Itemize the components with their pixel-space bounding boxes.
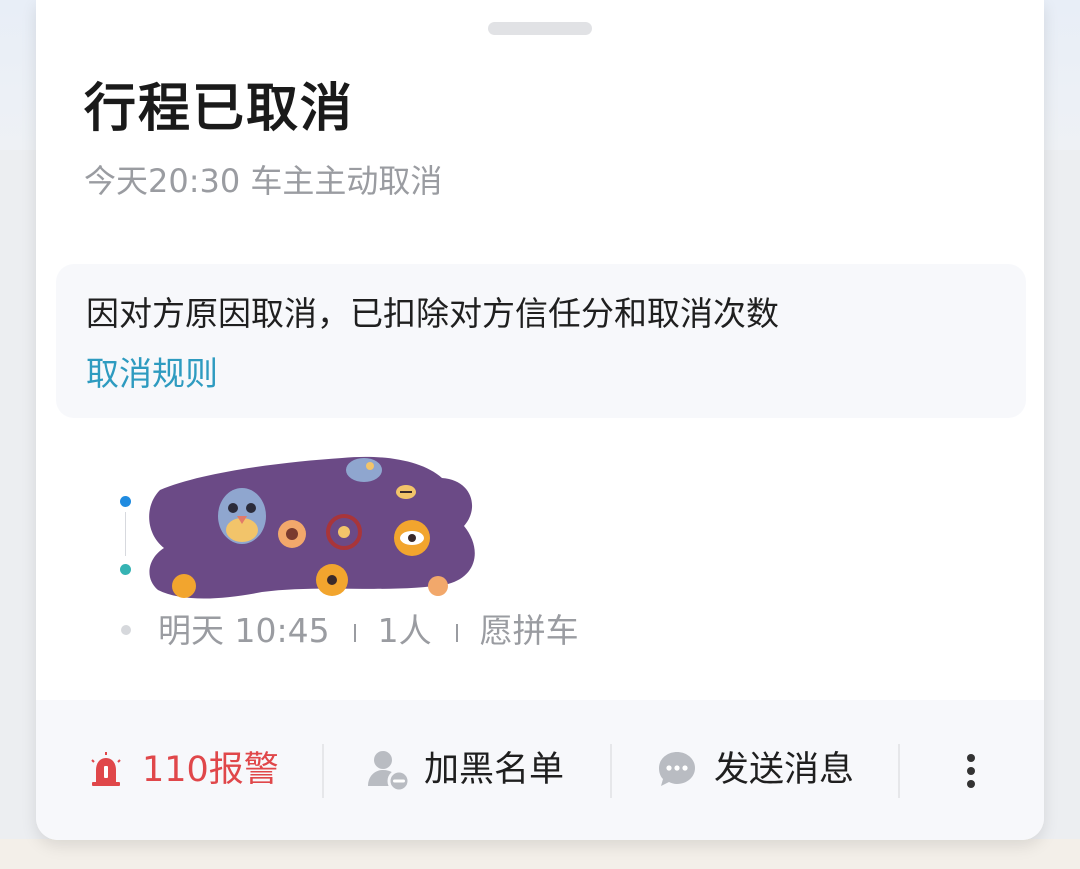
sun-eye-icon: [316, 564, 348, 596]
send-message-label: 发送消息: [714, 750, 855, 790]
drag-handle[interactable]: [488, 22, 592, 35]
chat-bubble-icon: [659, 752, 695, 786]
trip-info-dot: [121, 625, 131, 635]
trip-info-row: 明天 10:45 1人 愿拼车: [158, 610, 579, 652]
start-point-dot: [120, 496, 131, 507]
action-divider: [898, 744, 900, 798]
trip-route: 明天 10:45 1人 愿拼车: [72, 450, 772, 670]
trip-info-separator: [353, 623, 356, 642]
add-blacklist-button[interactable]: 加黑名单: [366, 740, 564, 800]
alarm-siren-icon: [91, 752, 121, 786]
owl-icon: [218, 488, 266, 544]
end-point-dot: [120, 564, 131, 575]
trip-cancelled-card: 行程已取消 今天20:30 车主主动取消 因对方原因取消，已扣除对方信任分和取消…: [36, 0, 1044, 840]
cancel-time-subtitle: 今天20:30 车主主动取消: [84, 162, 443, 200]
alarm-110-button[interactable]: 110报警: [88, 740, 279, 800]
route-connector-line: [125, 512, 126, 556]
cancel-rules-link[interactable]: 取消规则: [86, 352, 218, 396]
alarm-110-label: 110报警: [142, 750, 279, 790]
action-divider: [610, 744, 612, 798]
cancel-notice-text: 因对方原因取消，已扣除对方信任分和取消次数: [86, 294, 779, 333]
more-options-button[interactable]: [956, 748, 986, 794]
trip-carpool: 愿拼车: [479, 611, 579, 650]
trip-passengers: 1人: [377, 611, 432, 650]
page-title: 行程已取消: [84, 79, 355, 139]
trip-time: 明天 10:45: [158, 611, 330, 650]
eye-icon: [394, 520, 430, 556]
cancel-notice-box: 因对方原因取消，已扣除对方信任分和取消次数 取消规则: [56, 264, 1026, 418]
page-background-bottom: [0, 839, 1080, 869]
bird-icon: [346, 458, 382, 482]
trip-info-separator: [455, 623, 458, 642]
action-bar: 110报警 加黑名单 发送消息: [36, 700, 1044, 840]
flower-icon: [278, 520, 306, 548]
add-blacklist-label: 加黑名单: [424, 750, 565, 790]
action-divider: [322, 744, 324, 798]
user-block-icon: [368, 751, 410, 792]
bee-icon: [396, 485, 416, 499]
address-redaction-sticker: [149, 456, 475, 599]
send-message-button[interactable]: 发送消息: [656, 740, 854, 800]
